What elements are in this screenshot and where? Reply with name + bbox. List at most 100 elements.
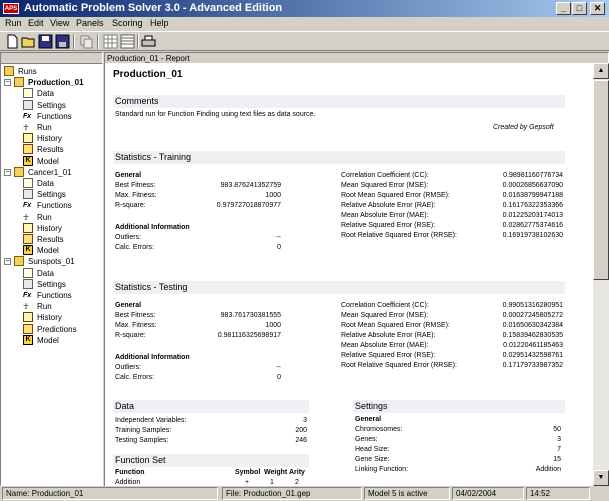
- stat-value: 0.01225203174013: [502, 212, 563, 219]
- tree-item-data[interactable]: Data: [23, 88, 102, 99]
- stat-value: --: [276, 364, 281, 371]
- toolbar: [0, 31, 609, 51]
- menu-help[interactable]: Help: [150, 18, 169, 28]
- data-icon: [23, 88, 33, 99]
- history-icon: [23, 133, 33, 144]
- comments-text: Standard run for Function Finding using …: [115, 111, 316, 118]
- stat-value: 0: [277, 374, 281, 381]
- stat-label: Outliers:: [115, 234, 142, 241]
- tree-item-functions[interactable]: Fx Functions: [23, 200, 102, 211]
- stat-label: Root Relative Squared Error (RRSE):: [341, 232, 457, 239]
- scroll-thumb[interactable]: [593, 80, 609, 280]
- stat-value: 0.01220461185463: [503, 342, 563, 349]
- stat-value: 0.01638799947188: [502, 192, 563, 199]
- model-icon: K: [23, 245, 33, 256]
- model-icon: K: [23, 155, 33, 166]
- tree-item-model[interactable]: K Model: [23, 245, 102, 256]
- minimize-button[interactable]: _: [556, 2, 571, 15]
- function-set-cell: 1: [270, 479, 274, 486]
- results-icon: [23, 234, 33, 244]
- stat-label: Relative Absolute Error (RAE):: [341, 202, 436, 209]
- function-set-column-header: Function: [115, 469, 145, 476]
- close-button[interactable]: ✕: [590, 2, 605, 15]
- tree-root[interactable]: Runs: [4, 66, 102, 77]
- settings-general-label: General: [355, 416, 382, 423]
- tree-item-label: Data: [37, 179, 54, 188]
- tree-item-label: Run: [37, 302, 52, 312]
- stat-label: Max. Fitness:: [115, 192, 157, 199]
- save-all-icon[interactable]: [55, 34, 70, 49]
- collapse-icon[interactable]: −: [4, 258, 11, 266]
- data-heading: Data: [113, 400, 309, 413]
- settings-heading: Settings: [353, 400, 565, 413]
- tree-item-model[interactable]: K Model: [23, 155, 102, 167]
- stat-label: Max. Fitness:: [115, 322, 157, 329]
- settings-label: Chromosomes:: [355, 426, 403, 433]
- tree-run[interactable]: − Sunspots_01: [4, 256, 102, 267]
- tree-item-history[interactable]: History: [23, 312, 102, 323]
- menu-scoring[interactable]: Scoring: [112, 18, 143, 28]
- copy-icon[interactable]: [79, 34, 94, 49]
- scroll-down-icon[interactable]: ▼: [593, 470, 609, 486]
- stat-value: 0.02951432598761: [502, 352, 563, 359]
- grid-icon[interactable]: [103, 34, 118, 49]
- tree-item-run[interactable]: ☥ Run: [23, 122, 102, 133]
- status-model: Model 5 is active: [364, 487, 450, 500]
- tree-item-data[interactable]: Data: [23, 267, 102, 279]
- stat-value: 0.16919738102630: [502, 232, 563, 239]
- menu-run[interactable]: Run: [5, 18, 22, 28]
- save-icon[interactable]: [38, 34, 53, 49]
- tree-item-results[interactable]: Results: [23, 144, 102, 155]
- menu-edit[interactable]: Edit: [28, 18, 44, 28]
- tree-item-history[interactable]: History: [23, 222, 102, 234]
- stat-value: 983.876241352759: [220, 182, 281, 189]
- maximize-button[interactable]: □: [572, 2, 587, 15]
- tree-item-functions[interactable]: Fx Functions: [23, 290, 102, 301]
- functions-icon: Fx: [23, 292, 32, 299]
- new-icon[interactable]: [5, 34, 20, 49]
- tree-item-settings[interactable]: Settings: [23, 99, 102, 111]
- tree-item-model[interactable]: K Model: [23, 334, 102, 346]
- credit-text: Created by Gepsoft: [493, 124, 554, 131]
- table-icon[interactable]: [120, 34, 135, 49]
- stat-value: --: [276, 234, 281, 241]
- stat-label: Best Fitness:: [115, 312, 156, 319]
- stat-label: Correlation Coefficient (CC):: [341, 302, 429, 309]
- settings-value: 50: [553, 426, 561, 433]
- data-icon: [23, 267, 33, 278]
- function-set-column-header: Symbol: [235, 469, 261, 476]
- tree-item-settings[interactable]: Settings: [23, 189, 102, 200]
- tree-item-predictions[interactable]: Predictions: [23, 323, 102, 335]
- print-icon[interactable]: [141, 34, 156, 49]
- collapse-icon[interactable]: −: [4, 168, 11, 176]
- tree-item-results[interactable]: Results: [23, 234, 102, 245]
- data-value: 3: [303, 417, 307, 424]
- menu-view[interactable]: View: [50, 18, 69, 28]
- stat-label: Outliers:: [115, 364, 142, 371]
- tree-run[interactable]: − Cancer1_01: [4, 166, 102, 178]
- vertical-scrollbar[interactable]: ▲ ▼: [593, 63, 609, 486]
- menu-panels[interactable]: Panels: [76, 18, 104, 28]
- tree-item-label: Functions: [37, 111, 72, 121]
- tree-item-data[interactable]: Data: [23, 178, 102, 189]
- tree-run-label: Cancer1_01: [28, 167, 72, 177]
- tree-run[interactable]: − Production_01: [4, 77, 102, 88]
- functions-icon: Fx: [23, 112, 32, 120]
- data-label: Independent Variables:: [115, 417, 187, 424]
- collapse-icon[interactable]: −: [4, 79, 11, 87]
- tree-item-label: History: [37, 134, 62, 144]
- settings-label: Head Size:: [355, 446, 390, 453]
- tree-item-run[interactable]: ☥ Run: [23, 301, 102, 312]
- tree-item-settings[interactable]: Settings: [23, 278, 102, 290]
- model-icon: K: [23, 334, 33, 345]
- functions-icon: Fx: [23, 202, 32, 210]
- open-icon[interactable]: [21, 34, 36, 49]
- tree-item-history[interactable]: History: [23, 133, 102, 144]
- run-icon: ☥: [23, 302, 29, 312]
- tree-item-label: History: [37, 223, 62, 233]
- scroll-up-icon[interactable]: ▲: [593, 63, 609, 79]
- tree-item-label: History: [37, 313, 62, 323]
- tree-item-run[interactable]: ☥ Run: [23, 212, 102, 223]
- tree-item-label: Data: [37, 268, 54, 278]
- tree-item-functions[interactable]: Fx Functions: [23, 111, 102, 122]
